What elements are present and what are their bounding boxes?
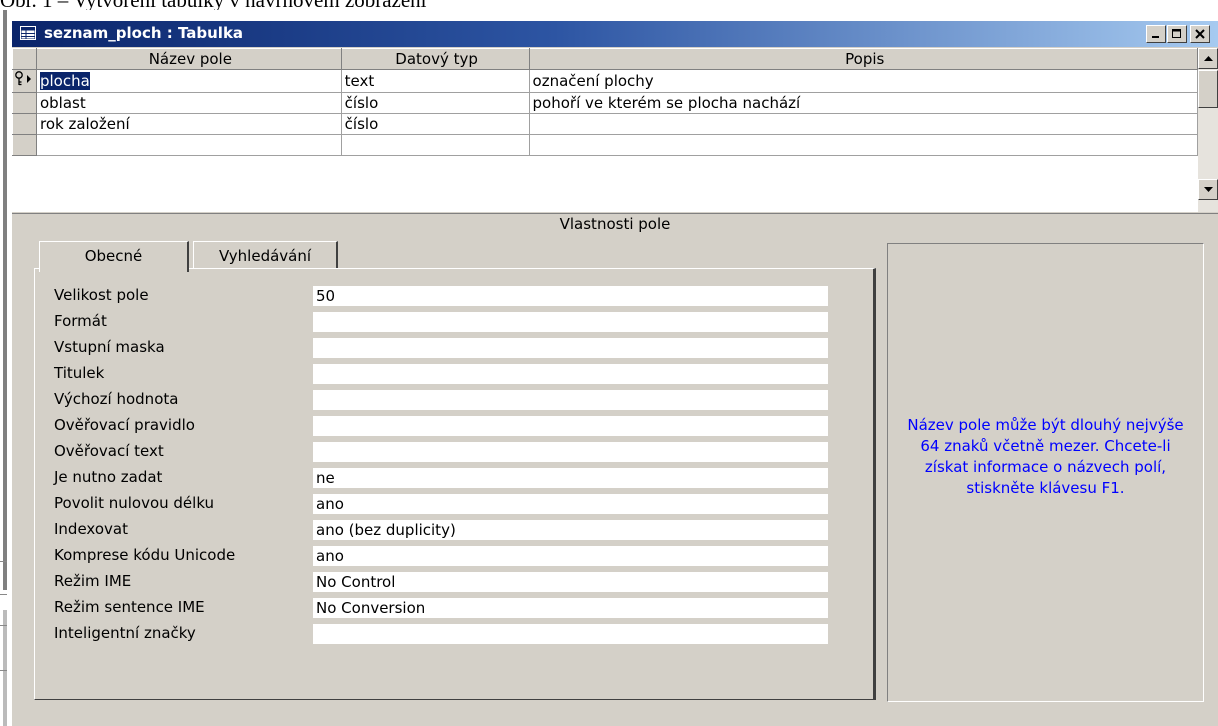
field-name-cell[interactable]: oblast — [35, 92, 342, 114]
field-row-new[interactable] — [12, 134, 1199, 156]
property-row-format[interactable]: Formát — [35, 311, 875, 333]
column-header-description[interactable]: Popis — [528, 48, 1199, 70]
property-row-input-mask[interactable]: Vstupní maska — [35, 337, 875, 359]
property-label: Výchozí hodnota — [54, 390, 179, 408]
document-caption: Obr. 1 – Vytvoření tabulky v návrhovém z… — [0, 0, 700, 10]
property-row-smart-tags[interactable]: Inteligentní značky — [35, 623, 875, 645]
tab-general[interactable]: Obecné — [39, 241, 189, 272]
field-description-cell[interactable] — [528, 134, 1199, 156]
property-value[interactable]: No Conversion — [313, 598, 828, 618]
close-button[interactable] — [1190, 25, 1210, 43]
field-row[interactable]: oblast číslo pohoří ve kterém se plocha … — [12, 92, 1199, 114]
property-label: Povolit nulovou délku — [54, 494, 215, 512]
left-rail — [0, 10, 7, 726]
field-name-cell[interactable] — [35, 134, 342, 156]
field-name-text: plocha — [39, 72, 90, 90]
property-label: Inteligentní značky — [54, 624, 196, 642]
field-row[interactable]: rok založení číslo — [12, 113, 1199, 135]
row-selector[interactable] — [12, 134, 37, 156]
close-icon — [1195, 29, 1205, 39]
column-header-type[interactable]: Datový typ — [340, 48, 530, 70]
field-type-cell[interactable]: číslo — [340, 92, 530, 114]
property-value[interactable] — [313, 624, 828, 644]
property-label: Režim sentence IME — [54, 598, 205, 616]
table-design-window: seznam_ploch : Tabulka Název pole Datový… — [11, 20, 1218, 726]
property-value[interactable] — [313, 442, 828, 462]
arrow-down-icon — [1203, 186, 1213, 192]
fields-grid: Název pole Datový typ Popis plocha text … — [12, 48, 1199, 212]
help-text: Název pole může být dlouhý nejvýše 64 zn… — [907, 416, 1184, 497]
help-pane: Název pole může být dlouhý nejvýše 64 zn… — [887, 243, 1204, 702]
property-label: Velikost pole — [54, 286, 149, 304]
property-value[interactable]: ne — [313, 468, 828, 488]
property-row-validation-text[interactable]: Ověřovací text — [35, 441, 875, 463]
property-label: Režim IME — [54, 572, 132, 590]
property-row-ime-sentence-mode[interactable]: Režim sentence IME No Conversion — [35, 597, 875, 619]
general-properties-panel: Velikost pole 50 Formát Vstupní maska Ti… — [34, 268, 876, 700]
property-row-validation-rule[interactable]: Ověřovací pravidlo — [35, 415, 875, 437]
scroll-thumb[interactable] — [1198, 70, 1218, 108]
property-label: Vstupní maska — [54, 338, 165, 356]
property-value[interactable] — [313, 390, 828, 410]
triangle-right-icon — [27, 75, 31, 83]
property-value[interactable]: No Control — [313, 572, 828, 592]
tab-lookup[interactable]: Vyhledávání — [193, 241, 338, 269]
property-row-default-value[interactable]: Výchozí hodnota — [35, 389, 875, 411]
scroll-up-button[interactable] — [1198, 48, 1218, 69]
property-label: Je nutno zadat — [54, 468, 163, 486]
minimize-icon — [1152, 36, 1159, 38]
window-title: seznam_ploch : Tabulka — [44, 24, 244, 42]
property-row-unicode-compression[interactable]: Komprese kódu Unicode ano — [35, 545, 875, 567]
maximize-icon — [1172, 29, 1181, 38]
property-row-caption[interactable]: Titulek — [35, 363, 875, 385]
property-label: Formát — [54, 312, 107, 330]
grid-header-row: Název pole Datový typ Popis — [12, 48, 1199, 70]
scroll-down-button[interactable] — [1198, 179, 1218, 200]
column-header-name[interactable]: Název pole — [35, 48, 342, 70]
field-type-cell[interactable]: číslo — [340, 113, 530, 135]
field-type-cell[interactable]: text — [340, 69, 530, 93]
field-name-cell[interactable]: rok založení — [35, 113, 342, 135]
table-icon — [20, 26, 36, 40]
property-label: Indexovat — [54, 520, 128, 538]
field-description-cell[interactable]: označení plochy — [528, 69, 1199, 93]
property-value[interactable] — [313, 338, 828, 358]
row-selector-header — [12, 48, 37, 70]
row-selector[interactable] — [12, 92, 37, 114]
fields-scrollbar[interactable] — [1198, 48, 1218, 212]
property-row-required[interactable]: Je nutno zadat ne — [35, 467, 875, 489]
property-label: Komprese kódu Unicode — [54, 546, 236, 564]
arrow-up-icon — [1203, 55, 1213, 61]
field-type-cell[interactable] — [340, 134, 530, 156]
property-row-field-size[interactable]: Velikost pole 50 — [35, 285, 875, 307]
field-properties-header: Vlastnosti pole — [12, 213, 1218, 234]
property-row-indexed[interactable]: Indexovat ano (bez duplicity) — [35, 519, 875, 541]
property-label: Ověřovací text — [54, 442, 164, 460]
property-label: Titulek — [54, 364, 105, 382]
property-row-allow-zero-length[interactable]: Povolit nulovou délku ano — [35, 493, 875, 515]
field-description-cell[interactable]: pohoří ve kterém se plocha nachází — [528, 92, 1199, 114]
row-selector[interactable] — [12, 113, 37, 135]
property-value[interactable]: ano — [313, 546, 828, 566]
property-value[interactable]: 50 — [313, 286, 828, 306]
property-value[interactable]: ano — [313, 494, 828, 514]
minimize-button[interactable] — [1146, 25, 1166, 43]
field-name-cell[interactable]: plocha — [35, 69, 342, 93]
row-selector[interactable] — [12, 69, 37, 93]
property-value[interactable] — [313, 364, 828, 384]
property-label: Ověřovací pravidlo — [54, 416, 195, 434]
field-description-cell[interactable] — [528, 113, 1199, 135]
property-value[interactable] — [313, 416, 828, 436]
property-value[interactable]: ano (bez duplicity) — [313, 520, 828, 540]
property-row-ime-mode[interactable]: Režim IME No Control — [35, 571, 875, 593]
key-icon — [15, 71, 23, 86]
field-row[interactable]: plocha text označení plochy — [12, 69, 1199, 93]
property-value[interactable] — [313, 312, 828, 332]
title-bar[interactable]: seznam_ploch : Tabulka — [12, 21, 1218, 47]
maximize-button[interactable] — [1167, 25, 1187, 43]
